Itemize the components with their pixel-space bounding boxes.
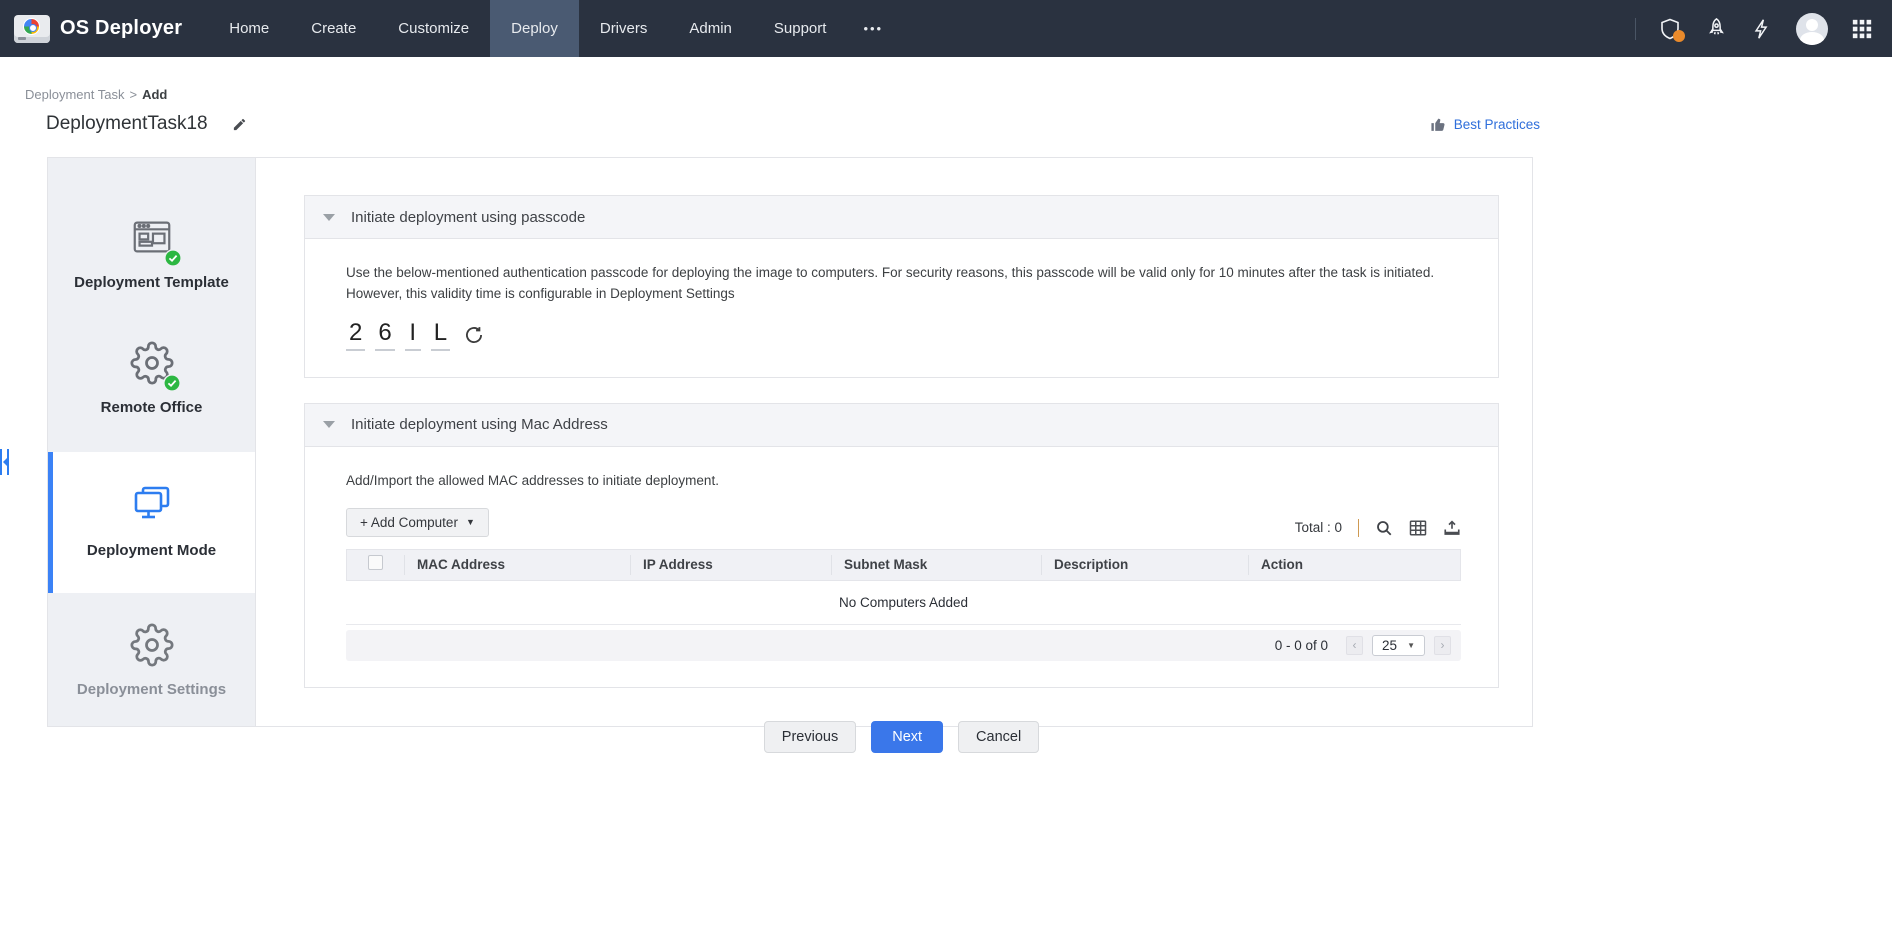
- gear-icon: [130, 623, 174, 672]
- best-practices-label: Best Practices: [1454, 117, 1540, 132]
- breadcrumb-parent[interactable]: Deployment Task: [25, 87, 124, 102]
- page-header: DeploymentTask18 Best Practices: [46, 113, 1540, 135]
- navbar-right-tools: [1635, 0, 1892, 57]
- passcode-char: 6: [375, 319, 394, 351]
- nav-item-deploy[interactable]: Deploy: [490, 0, 579, 57]
- top-navbar: OS Deployer Home Create Customize Deploy…: [0, 0, 1892, 57]
- add-computer-button[interactable]: + Add Computer ▼: [346, 508, 489, 537]
- collapse-arrow-icon[interactable]: [323, 214, 335, 221]
- import-icon[interactable]: [1443, 519, 1461, 537]
- step-label: Deployment Template: [56, 274, 247, 291]
- nav-item-support[interactable]: Support: [753, 0, 848, 57]
- page-title: DeploymentTask18: [46, 113, 208, 135]
- breadcrumb-current: Add: [142, 87, 167, 102]
- rocket-icon[interactable]: [1704, 17, 1728, 41]
- passcode-value: 2 6 I L: [346, 319, 1461, 351]
- cancel-button[interactable]: Cancel: [958, 721, 1039, 753]
- step-label: Deployment Settings: [56, 681, 247, 698]
- refresh-passcode-icon[interactable]: [464, 325, 484, 345]
- caret-down-icon: ▼: [1407, 641, 1415, 650]
- step-deployment-template[interactable]: Deployment Template: [48, 200, 255, 311]
- table-actions-row: + Add Computer ▼ Total : 0: [346, 508, 1461, 537]
- table-toolbar: Total : 0: [1295, 519, 1461, 537]
- edit-title-icon[interactable]: [232, 117, 247, 132]
- column-header-ip-address[interactable]: IP Address: [630, 555, 831, 575]
- search-icon[interactable]: [1375, 519, 1393, 537]
- security-shield-icon[interactable]: [1658, 17, 1682, 41]
- user-avatar[interactable]: [1796, 13, 1828, 45]
- passcode-panel-header[interactable]: Initiate deployment using passcode: [305, 196, 1498, 239]
- step-completed-check-icon: [163, 374, 181, 392]
- add-computer-label: + Add Computer: [360, 515, 458, 530]
- passcode-description-line1: Use the below-mentioned authentication p…: [346, 263, 1461, 284]
- gear-icon: [130, 341, 174, 390]
- page-size-value: 25: [1382, 638, 1397, 653]
- wizard-steps-sidebar: Deployment Template Remote Office: [48, 158, 256, 726]
- step-remote-office[interactable]: Remote Office: [48, 327, 255, 436]
- panel-collapse-handle[interactable]: [0, 449, 9, 475]
- nav-item-create[interactable]: Create: [290, 0, 377, 57]
- passcode-panel: Initiate deployment using passcode Use t…: [304, 195, 1499, 378]
- navbar-divider: [1635, 18, 1636, 40]
- app-title: OS Deployer: [60, 17, 182, 40]
- pagination-range-label: 0 - 0 of 0: [1275, 638, 1328, 653]
- table-header-row: MAC Address IP Address Subnet Mask Descr…: [346, 549, 1461, 581]
- nav-item-drivers[interactable]: Drivers: [579, 0, 669, 57]
- app-logo-icon: [14, 15, 50, 43]
- nav-overflow-menu[interactable]: •••: [847, 0, 899, 57]
- mac-description: Add/Import the allowed MAC addresses to …: [346, 471, 1461, 492]
- next-button[interactable]: Next: [871, 721, 943, 753]
- step-label: Deployment Mode: [56, 542, 247, 559]
- collapse-arrow-icon[interactable]: [323, 421, 335, 428]
- best-practices-link[interactable]: Best Practices: [1430, 116, 1540, 133]
- breadcrumb-separator: >: [129, 87, 137, 102]
- passcode-panel-body: Use the below-mentioned authentication p…: [305, 239, 1498, 377]
- select-all-checkbox[interactable]: [368, 555, 383, 570]
- column-header-mac-address[interactable]: MAC Address: [404, 555, 630, 575]
- total-count-label: Total : 0: [1295, 520, 1342, 535]
- apps-grid-icon[interactable]: [1850, 17, 1874, 41]
- template-icon: [129, 214, 175, 265]
- computers-table: MAC Address IP Address Subnet Mask Descr…: [346, 549, 1461, 661]
- mac-panel-header[interactable]: Initiate deployment using Mac Address: [305, 404, 1498, 447]
- passcode-panel-title: Initiate deployment using passcode: [351, 209, 585, 226]
- step-label: Remote Office: [56, 399, 247, 416]
- quick-actions-bolt-icon[interactable]: [1750, 17, 1774, 41]
- notification-badge: [1673, 30, 1685, 42]
- app-brand[interactable]: OS Deployer: [0, 0, 208, 57]
- wizard-footer-buttons: Previous Next Cancel: [304, 721, 1499, 753]
- column-chooser-icon[interactable]: [1409, 519, 1427, 537]
- wizard-card: Deployment Template Remote Office: [47, 157, 1533, 727]
- nav-item-home[interactable]: Home: [208, 0, 290, 57]
- step-deployment-settings[interactable]: Deployment Settings: [48, 609, 255, 718]
- passcode-char: L: [431, 319, 450, 351]
- thumbs-up-icon: [1430, 116, 1447, 133]
- column-header-subnet-mask[interactable]: Subnet Mask: [831, 555, 1041, 575]
- wizard-content: Initiate deployment using passcode Use t…: [256, 158, 1532, 726]
- passcode-char: I: [405, 319, 421, 351]
- column-header-description[interactable]: Description: [1041, 555, 1248, 575]
- mac-address-panel: Initiate deployment using Mac Address Ad…: [304, 403, 1499, 688]
- passcode-description-line2: However, this validity time is configura…: [346, 284, 1461, 305]
- mac-panel-title: Initiate deployment using Mac Address: [351, 416, 608, 433]
- pagination-prev-button[interactable]: ‹: [1346, 636, 1363, 655]
- page-size-select[interactable]: 25 ▼: [1372, 635, 1425, 656]
- pagination-next-button[interactable]: ›: [1434, 636, 1451, 655]
- nav-item-admin[interactable]: Admin: [668, 0, 753, 57]
- toolbar-divider: [1358, 519, 1359, 537]
- step-completed-check-icon: [164, 249, 182, 267]
- step-deployment-mode[interactable]: Deployment Mode: [48, 452, 255, 593]
- previous-button[interactable]: Previous: [764, 721, 856, 753]
- nav-item-customize[interactable]: Customize: [377, 0, 490, 57]
- table-pagination-bar: 0 - 0 of 0 ‹ 25 ▼ ›: [346, 630, 1461, 661]
- column-header-action: Action: [1248, 555, 1460, 575]
- caret-down-icon: ▼: [466, 517, 475, 527]
- monitors-icon: [128, 480, 176, 533]
- breadcrumb: Deployment Task > Add: [25, 87, 1892, 102]
- mac-panel-body: Add/Import the allowed MAC addresses to …: [305, 447, 1498, 687]
- passcode-char: 2: [346, 319, 365, 351]
- main-nav: Home Create Customize Deploy Drivers Adm…: [208, 0, 899, 57]
- empty-table-message: No Computers Added: [346, 581, 1461, 625]
